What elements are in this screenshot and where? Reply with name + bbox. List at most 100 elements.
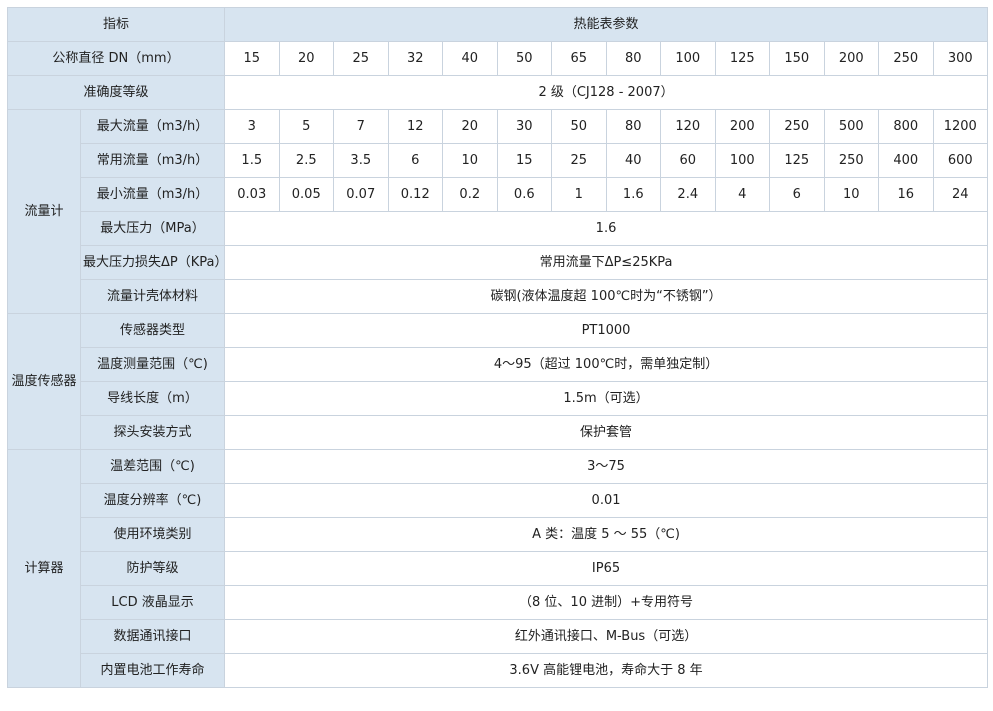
dn-value: 15 bbox=[224, 41, 280, 76]
measure-range-value: 4～95（超过 100℃时，需单独定制） bbox=[224, 347, 989, 382]
common-flow-value: 250 bbox=[823, 143, 880, 178]
common-flow-value: 10 bbox=[442, 143, 498, 178]
min-flow-value: 1.6 bbox=[605, 177, 662, 212]
max-pressure-label: 最大压力（MPa） bbox=[79, 211, 226, 246]
accuracy-row: 准确度等级 2 级（CJ128 - 2007） bbox=[6, 75, 989, 110]
dn-label: 公称直径 DN（mm） bbox=[6, 41, 226, 76]
max-flow-value: 50 bbox=[551, 109, 607, 144]
common-flow-value: 60 bbox=[660, 143, 716, 178]
shell-material-label: 流量计壳体材料 bbox=[79, 279, 226, 314]
sensor-type-label: 传感器类型 bbox=[79, 313, 226, 348]
dn-row: 公称直径 DN（mm） 15 20 25 32 40 50 65 80 100 … bbox=[6, 41, 989, 76]
temp-resolution-label: 温度分辨率（℃) bbox=[79, 483, 226, 518]
min-flow-value: 0.6 bbox=[496, 177, 553, 212]
battery-value: 3.6V 高能锂电池，寿命大于 8 年 bbox=[224, 653, 989, 688]
max-flow-value: 7 bbox=[333, 109, 389, 144]
spec-table-container: 指标 热能表参数 公称直径 DN（mm） 15 20 25 32 40 50 6… bbox=[6, 7, 989, 688]
temp-resolution-value: 0.01 bbox=[224, 483, 989, 518]
common-flow-value: 25 bbox=[551, 143, 607, 178]
min-flow-label: 最小流量（m3/h） bbox=[79, 177, 226, 212]
temp-diff-value: 3～75 bbox=[224, 449, 989, 484]
header-row: 指标 热能表参数 bbox=[6, 7, 989, 42]
min-flow-value: 2.4 bbox=[660, 177, 716, 212]
common-flow-value: 400 bbox=[878, 143, 934, 178]
dn-value: 20 bbox=[278, 41, 335, 76]
common-flow-row: 常用流量（m3/h） 1.5 2.5 3.5 6 10 15 25 40 60 … bbox=[8, 143, 989, 178]
dn-value: 250 bbox=[878, 41, 934, 76]
comm-label: 数据通讯接口 bbox=[79, 619, 226, 654]
common-flow-value: 40 bbox=[605, 143, 662, 178]
min-flow-row: 最小流量（m3/h） 0.03 0.05 0.07 0.12 0.2 0.6 1… bbox=[8, 177, 989, 212]
temp-diff-row: 计算器 温差范围（℃) 3～75 bbox=[7, 449, 989, 688]
max-flow-value: 800 bbox=[878, 109, 934, 144]
dn-value: 32 bbox=[387, 41, 444, 76]
max-flow-row: 流量计 最大流量（m3/h） 3 5 7 12 20 30 50 80 120 … bbox=[7, 109, 989, 314]
min-flow-value: 0.03 bbox=[224, 177, 280, 212]
dn-value: 200 bbox=[823, 41, 880, 76]
common-flow-value: 6 bbox=[387, 143, 444, 178]
common-flow-value: 15 bbox=[496, 143, 553, 178]
lcd-label: LCD 液晶显示 bbox=[79, 585, 226, 620]
max-flow-value: 80 bbox=[605, 109, 662, 144]
min-flow-value: 4 bbox=[714, 177, 771, 212]
measure-range-label: 温度测量范围（℃) bbox=[79, 347, 226, 382]
accuracy-value: 2 级（CJ128 - 2007） bbox=[224, 75, 989, 110]
dn-value: 50 bbox=[496, 41, 553, 76]
comm-value: 红外通讯接口、M-Bus（可选） bbox=[224, 619, 989, 654]
protection-label: 防护等级 bbox=[79, 551, 226, 586]
calculator-category: 计算器 bbox=[7, 449, 81, 688]
dn-value: 65 bbox=[551, 41, 607, 76]
common-flow-value: 100 bbox=[714, 143, 771, 178]
dn-value: 100 bbox=[660, 41, 716, 76]
probe-install-label: 探头安装方式 bbox=[79, 415, 226, 450]
lcd-row: LCD 液晶显示 （8 位、10 进制）+专用符号 bbox=[8, 585, 989, 620]
temp-diff-label: 温差范围（℃) bbox=[79, 449, 226, 484]
common-flow-value: 3.5 bbox=[333, 143, 389, 178]
wire-length-label: 导线长度（m） bbox=[79, 381, 226, 416]
max-pressure-loss-label: 最大压力损失ΔP（KPa） bbox=[79, 245, 226, 280]
max-flow-value: 12 bbox=[387, 109, 444, 144]
common-flow-value: 1.5 bbox=[224, 143, 280, 178]
min-flow-value: 0.12 bbox=[387, 177, 444, 212]
min-flow-value: 6 bbox=[769, 177, 825, 212]
battery-label: 内置电池工作寿命 bbox=[79, 653, 226, 688]
dn-value: 300 bbox=[932, 41, 989, 76]
max-pressure-loss-value: 常用流量下ΔP≤25KPa bbox=[224, 245, 989, 280]
max-flow-value: 500 bbox=[823, 109, 880, 144]
max-flow-label: 最大流量（m3/h） bbox=[79, 109, 226, 144]
dn-value: 125 bbox=[714, 41, 771, 76]
protection-row: 防护等级 IP65 bbox=[8, 551, 989, 586]
max-flow-value: 250 bbox=[769, 109, 825, 144]
max-flow-value: 5 bbox=[278, 109, 335, 144]
min-flow-value: 1 bbox=[551, 177, 607, 212]
max-pressure-value: 1.6 bbox=[224, 211, 989, 246]
max-flow-value: 120 bbox=[660, 109, 716, 144]
wire-length-value: 1.5m（可选） bbox=[224, 381, 989, 416]
env-class-value: A 类：温度 5 ～ 55（℃) bbox=[224, 517, 989, 552]
common-flow-value: 2.5 bbox=[278, 143, 335, 178]
max-flow-value: 30 bbox=[496, 109, 553, 144]
max-flow-value: 3 bbox=[224, 109, 280, 144]
common-flow-value: 600 bbox=[932, 143, 989, 178]
shell-material-value: 碳钢(液体温度超 100℃时为“不锈钢”） bbox=[224, 279, 989, 314]
heat-meter-spec-table: 指标 热能表参数 公称直径 DN（mm） 15 20 25 32 40 50 6… bbox=[6, 7, 989, 688]
temp-sensor-category: 温度传感器 bbox=[7, 313, 81, 450]
common-flow-value: 125 bbox=[769, 143, 825, 178]
probe-install-row: 探头安装方式 保护套管 bbox=[8, 415, 989, 450]
max-flow-value: 20 bbox=[442, 109, 498, 144]
common-flow-label: 常用流量（m3/h） bbox=[79, 143, 226, 178]
dn-value: 80 bbox=[605, 41, 662, 76]
env-class-label: 使用环境类别 bbox=[79, 517, 226, 552]
min-flow-value: 0.05 bbox=[278, 177, 335, 212]
min-flow-value: 0.2 bbox=[442, 177, 498, 212]
shell-material-row: 流量计壳体材料 碳钢(液体温度超 100℃时为“不锈钢”） bbox=[8, 279, 989, 314]
sensor-type-value: PT1000 bbox=[224, 313, 989, 348]
flowmeter-category: 流量计 bbox=[7, 109, 81, 314]
env-class-row: 使用环境类别 A 类：温度 5 ～ 55（℃) bbox=[8, 517, 989, 552]
indicator-header: 指标 bbox=[6, 7, 226, 42]
max-pressure-row: 最大压力（MPa） 1.6 bbox=[8, 211, 989, 246]
wire-length-row: 导线长度（m） 1.5m（可选） bbox=[8, 381, 989, 416]
max-flow-value: 200 bbox=[714, 109, 771, 144]
probe-install-value: 保护套管 bbox=[224, 415, 989, 450]
comm-row: 数据通讯接口 红外通讯接口、M-Bus（可选） bbox=[8, 619, 989, 654]
